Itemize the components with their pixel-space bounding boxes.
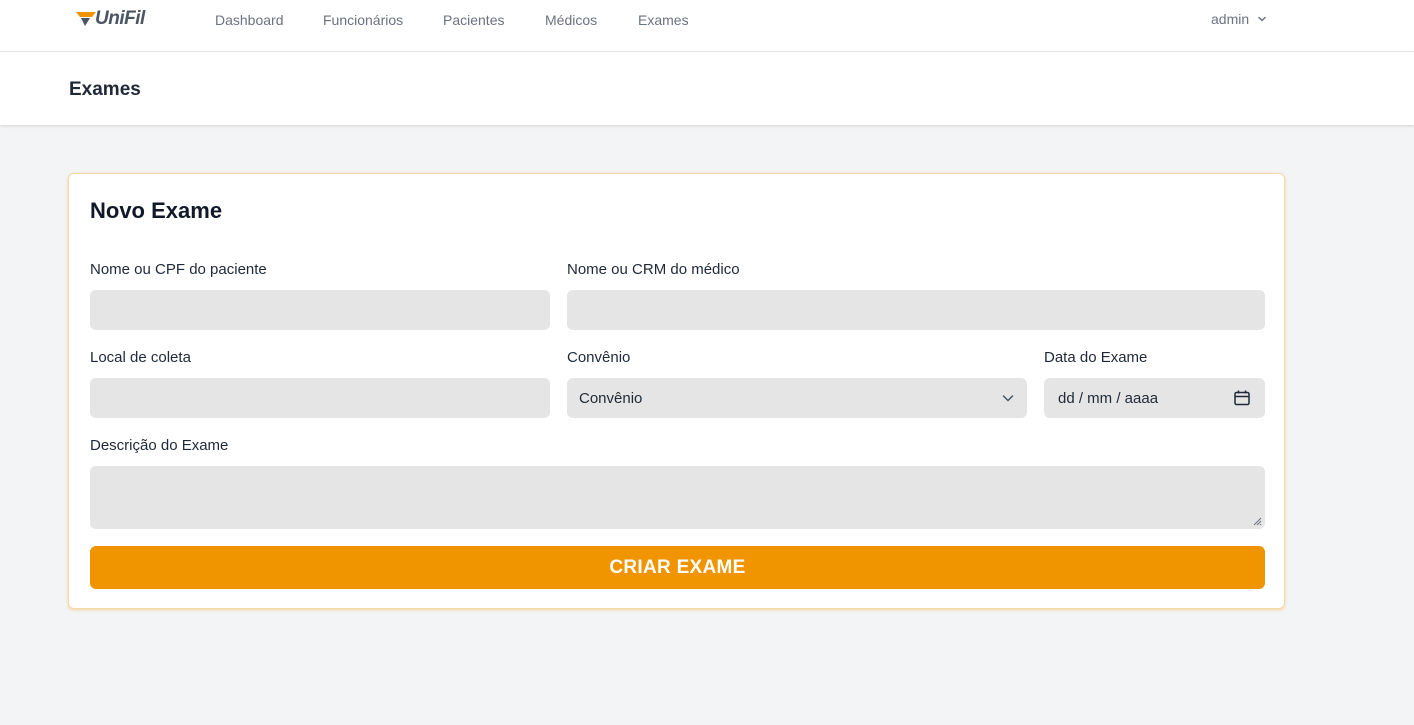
resize-handle-icon[interactable] — [1253, 517, 1262, 526]
doctor-input[interactable] — [567, 290, 1265, 330]
top-navigation: UniFil Dashboard Funcionários Pacientes … — [0, 0, 1414, 52]
patient-input[interactable] — [90, 290, 550, 330]
description-textarea[interactable] — [90, 466, 1265, 529]
chevron-down-icon — [1002, 395, 1014, 402]
nav-pacientes[interactable]: Pacientes — [443, 12, 504, 28]
description-label: Descrição do Exame — [90, 437, 229, 454]
location-input[interactable] — [90, 378, 550, 418]
unifil-logo-icon — [76, 12, 96, 26]
nav-exames[interactable]: Exames — [638, 12, 689, 28]
insurance-label: Convênio — [567, 349, 631, 366]
doctor-label: Nome ou CRM do médico — [567, 261, 740, 278]
date-placeholder: dd / mm / aaaa — [1058, 389, 1159, 407]
form-title: Novo Exame — [90, 198, 223, 223]
logo-text: UniFil — [95, 8, 145, 29]
create-exam-button[interactable]: CRIAR EXAME — [90, 546, 1265, 589]
nav-medicos[interactable]: Médicos — [545, 12, 597, 28]
patient-label: Nome ou CPF do paciente — [90, 261, 267, 278]
new-exam-card: Novo Exame Nome ou CPF do paciente Nome … — [68, 173, 1285, 609]
nav-dashboard[interactable]: Dashboard — [215, 12, 284, 28]
calendar-icon[interactable] — [1233, 389, 1251, 407]
insurance-select[interactable]: Convênio — [567, 378, 1027, 418]
chevron-down-icon — [1258, 16, 1266, 22]
page-header: Exames — [0, 52, 1414, 125]
location-label: Local de coleta — [90, 349, 191, 366]
page-title: Exames — [69, 79, 141, 100]
user-name: admin — [1211, 11, 1250, 27]
date-input[interactable]: dd / mm / aaaa — [1044, 378, 1265, 418]
logo[interactable]: UniFil — [75, 8, 145, 30]
user-menu[interactable]: admin — [1211, 11, 1267, 27]
insurance-selected-value: Convênio — [579, 389, 643, 407]
date-label: Data do Exame — [1044, 349, 1148, 366]
nav-funcionarios[interactable]: Funcionários — [323, 12, 403, 28]
